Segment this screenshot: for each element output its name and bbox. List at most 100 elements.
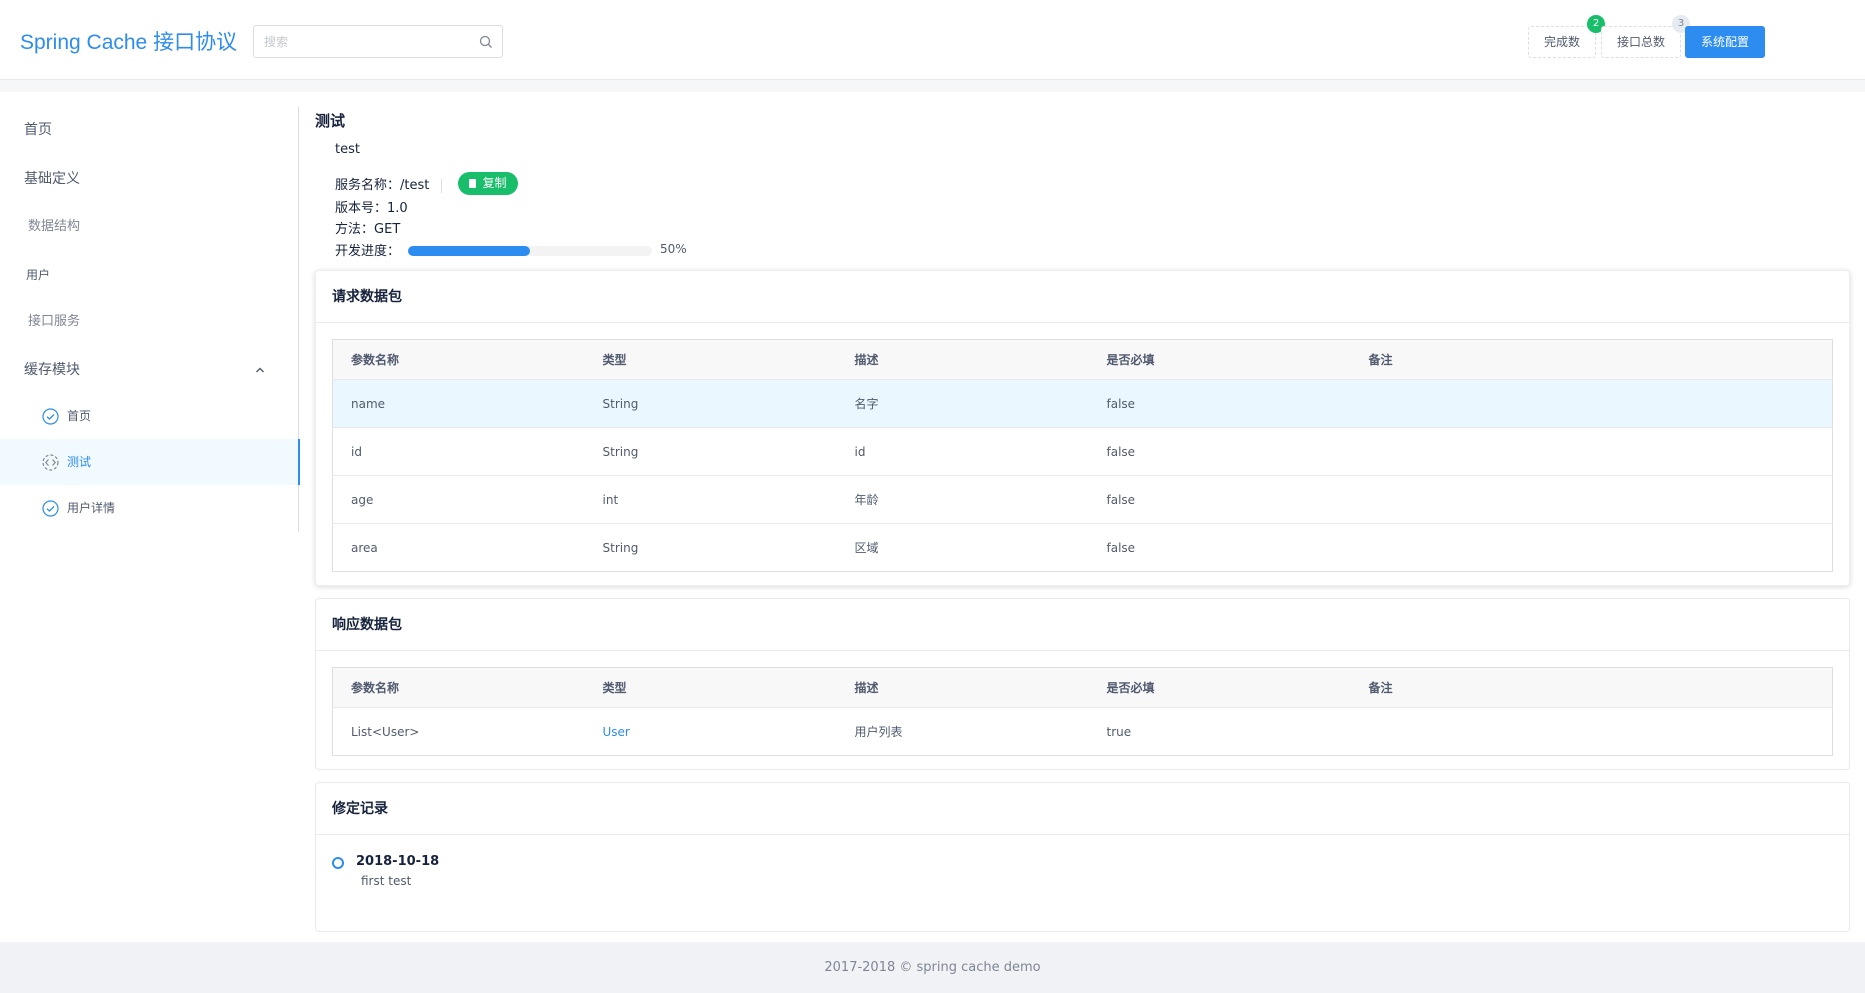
timeline-dot-icon xyxy=(332,857,344,869)
main-content: 测试 test 服务名称：/test 复制 版本号：1.0 方法：GET 开发进… xyxy=(300,92,1865,942)
copy-button[interactable]: 复制 xyxy=(458,172,518,195)
cell-description: 年龄 xyxy=(836,475,1089,524)
sidebar-item-label: 用户详情 xyxy=(67,501,116,515)
menu-item-label: 用户 xyxy=(26,268,51,282)
col-param-name: 参数名称 xyxy=(332,339,585,380)
progress-percent: 50% xyxy=(660,242,687,256)
service-name-row: 服务名称：/test xyxy=(335,174,454,193)
top-header: Spring Cache 接口协议 完成数 2 接口总数 3 系统配置 xyxy=(0,0,1865,80)
table-row[interactable]: id String id false xyxy=(332,427,1833,476)
col-required: 是否必填 xyxy=(1088,339,1351,380)
submenu-label: 缓存模块 xyxy=(24,362,80,378)
request-card: 请求数据包 参数名称 类型 描述 是否必填 备注 name String 名字 … xyxy=(315,270,1850,586)
response-table: 参数名称 类型 描述 是否必填 备注 List<User> User 用户列表 … xyxy=(332,667,1833,756)
revision-log-card: 修定记录 2018-10-18 first test xyxy=(315,782,1850,932)
col-description: 描述 xyxy=(836,667,1089,708)
sidebar-item-test[interactable]: 测试 xyxy=(0,439,300,485)
total-count-button[interactable]: 接口总数 3 xyxy=(1601,15,1690,58)
menu-item-home[interactable]: 首页 xyxy=(0,107,300,153)
cell-description: 区域 xyxy=(854,541,879,555)
type-link[interactable]: User xyxy=(585,708,837,756)
table-header-row: 参数名称 类型 描述 是否必填 备注 xyxy=(332,667,1833,708)
total-count-label: 接口总数 xyxy=(1616,35,1665,49)
cell-type: String xyxy=(584,379,837,428)
code-icon xyxy=(42,454,59,471)
method-value: GET xyxy=(374,222,401,237)
divider xyxy=(441,178,443,193)
cell-required: false xyxy=(1088,379,1351,428)
menu-group-label: 数据结构 xyxy=(28,219,81,234)
app-logo[interactable]: Spring Cache 接口协议 xyxy=(20,26,237,56)
done-count-button[interactable]: 完成数 2 xyxy=(1528,15,1605,58)
col-type: 类型 xyxy=(584,339,837,380)
menu-group-service: 接口服务 xyxy=(0,299,300,345)
check-circle-icon xyxy=(42,408,59,425)
timeline-description: first test xyxy=(361,874,412,888)
service-label: 服务名称 xyxy=(335,178,388,193)
progress-bar xyxy=(408,246,652,256)
request-card-title: 请求数据包 xyxy=(316,271,1849,323)
timeline-date: 2018-10-18 xyxy=(356,854,440,869)
cell-param-name: age xyxy=(332,475,585,524)
cell-param-name: name xyxy=(332,379,585,428)
cell-required: false xyxy=(1088,475,1351,524)
search-input[interactable] xyxy=(254,26,464,57)
cell-remark xyxy=(1351,708,1833,756)
table-row[interactable]: List<User> User 用户列表 true xyxy=(333,708,1833,756)
progress-label: 开发进度 xyxy=(335,244,388,259)
cell-remark xyxy=(1350,475,1833,524)
table-row[interactable]: name String 名字 false xyxy=(332,379,1833,428)
col-remark: 备注 xyxy=(1350,339,1833,380)
cell-type: String xyxy=(584,427,837,476)
cell-description: 用户列表 xyxy=(854,725,903,739)
done-count-label: 完成数 xyxy=(1543,35,1580,49)
table-row[interactable]: area String 区域 false xyxy=(333,524,1833,572)
cell-type: int xyxy=(584,475,837,524)
method-label: 方法 xyxy=(335,222,362,237)
sidebar-item-user-detail[interactable]: 用户详情 xyxy=(0,485,300,531)
col-type: 类型 xyxy=(584,667,837,708)
cell-remark xyxy=(1350,427,1833,476)
search-box[interactable] xyxy=(253,25,503,58)
cell-required: true xyxy=(1106,724,1132,739)
version-row: 版本号：1.0 xyxy=(335,201,408,216)
col-required: 是否必填 xyxy=(1088,667,1351,708)
chevron-up-icon[interactable] xyxy=(254,364,266,376)
cell-remark xyxy=(1350,379,1833,428)
response-card-title: 响应数据包 xyxy=(316,599,1849,651)
system-config-button[interactable]: 系统配置 xyxy=(1685,26,1765,58)
sidebar-item-label: 首页 xyxy=(67,409,92,423)
menu-group-label: 接口服务 xyxy=(28,314,81,329)
cell-param-name: area xyxy=(351,540,378,555)
search-icon[interactable] xyxy=(478,34,494,50)
menu-item-basic[interactable]: 基础定义 xyxy=(0,156,300,202)
response-card: 响应数据包 参数名称 类型 描述 是否必填 备注 List<User> User… xyxy=(315,598,1850,770)
page-title: 测试 xyxy=(315,112,346,130)
copy-icon xyxy=(469,179,477,188)
sidebar-item-cache-home[interactable]: 首页 xyxy=(0,393,300,439)
submenu-cache-module[interactable]: 缓存模块 xyxy=(0,347,300,393)
menu-group-data-structure: 数据结构 xyxy=(0,204,300,250)
cell-required: false xyxy=(1106,540,1136,555)
cell-description: id xyxy=(836,427,1089,476)
sidebar-item-label: 测试 xyxy=(67,455,92,469)
table-header-row: 参数名称 类型 描述 是否必填 备注 xyxy=(332,339,1833,380)
menu-item-label: 基础定义 xyxy=(24,171,80,187)
sidebar-menu: 首页 基础定义 数据结构 用户 接口服务 缓存模块 首页 测试 用户详情 xyxy=(0,92,300,932)
method-row: 方法：GET xyxy=(335,222,401,237)
cell-type: String xyxy=(602,540,639,555)
col-remark: 备注 xyxy=(1350,667,1833,708)
table-row[interactable]: age int 年龄 false xyxy=(332,475,1833,524)
cell-remark xyxy=(1351,524,1833,572)
header-divider-strip xyxy=(0,80,1865,92)
col-param-name: 参数名称 xyxy=(332,667,585,708)
version-value: 1.0 xyxy=(387,201,408,216)
progress-row: 开发进度： xyxy=(335,244,401,259)
version-label: 版本号 xyxy=(335,201,375,216)
revision-log-title: 修定记录 xyxy=(316,783,1849,835)
request-table: 参数名称 类型 描述 是否必填 备注 name String 名字 false … xyxy=(332,339,1833,572)
menu-item-user[interactable]: 用户 xyxy=(0,252,300,298)
cell-required: false xyxy=(1088,427,1351,476)
cell-param-name: List<User> xyxy=(351,724,420,739)
progress-fill xyxy=(408,246,530,256)
